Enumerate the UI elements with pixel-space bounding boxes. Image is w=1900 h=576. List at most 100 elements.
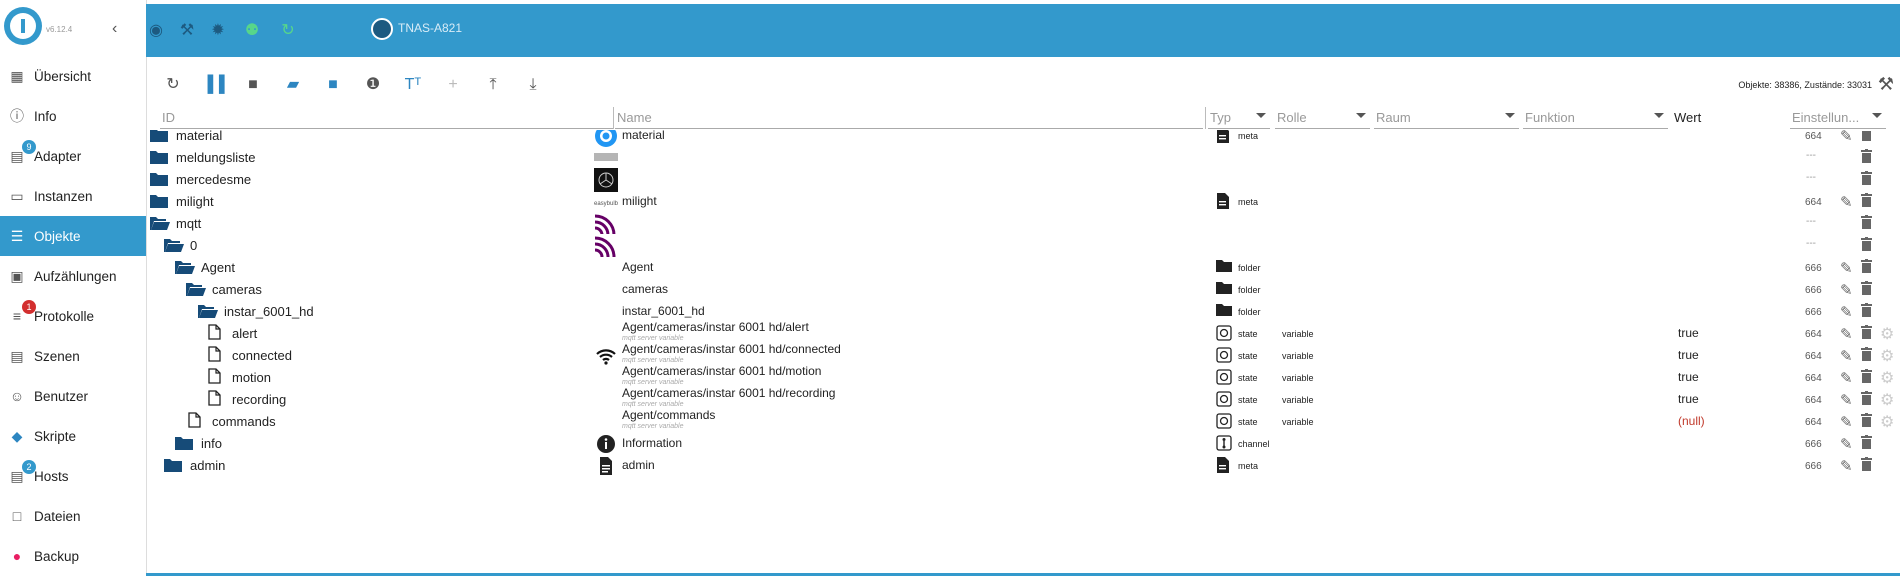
- expert-mode-icon[interactable]: ⚉: [242, 21, 262, 41]
- object-counts: Objekte: 38386, Zustände: 33031: [1738, 80, 1872, 90]
- edit-icon[interactable]: ✎: [1840, 193, 1853, 211]
- download-icon[interactable]: ⤓: [522, 74, 544, 96]
- object-name: Information: [622, 436, 683, 450]
- edit-icon[interactable]: ✎: [1840, 413, 1853, 431]
- sidebar-item-instanzen[interactable]: ▭ Instanzen: [0, 176, 146, 216]
- delete-icon[interactable]: [1861, 130, 1872, 141]
- type-filter-select[interactable]: Typ: [1208, 107, 1270, 129]
- folder-icon[interactable]: [150, 172, 170, 186]
- edit-icon[interactable]: ✎: [1840, 281, 1853, 299]
- table-row[interactable]: admin admin meta 666 ✎: [146, 452, 1900, 479]
- folder-open-icon[interactable]: [175, 260, 195, 274]
- role-filter-label: Rolle: [1277, 110, 1307, 125]
- sidebar-item-hosts[interactable]: ▤ 2 Hosts: [0, 456, 146, 496]
- object-name: cameras: [622, 282, 669, 296]
- delete-icon[interactable]: [1861, 435, 1872, 449]
- refresh-icon[interactable]: ↻: [162, 74, 184, 96]
- upload-icon[interactable]: ⤒: [482, 74, 504, 96]
- object-id: alert: [232, 326, 258, 341]
- object-value[interactable]: (null): [1678, 414, 1705, 428]
- sidebar-item-szenen[interactable]: ▤ Szenen: [0, 336, 146, 376]
- folder-open-icon[interactable]: [150, 216, 170, 230]
- sidebar-item-backup[interactable]: ● Backup: [0, 536, 146, 576]
- folder-open-icon[interactable]: [164, 238, 184, 252]
- delete-icon[interactable]: [1861, 413, 1872, 427]
- accounts-icon[interactable]: ↻: [278, 21, 298, 41]
- object-id: mercedesme: [176, 172, 252, 187]
- delete-icon[interactable]: [1861, 171, 1872, 185]
- sidebar-item-benutzer[interactable]: ☺ Benutzer: [0, 376, 146, 416]
- sidebar-item-dateien[interactable]: □ Dateien: [0, 496, 146, 536]
- eye-icon[interactable]: ◉: [146, 21, 166, 41]
- object-value[interactable]: true: [1678, 326, 1699, 340]
- object-value[interactable]: true: [1678, 348, 1699, 362]
- delete-icon[interactable]: [1861, 237, 1872, 251]
- gear-icon[interactable]: ⚙: [1880, 390, 1894, 410]
- edit-icon[interactable]: ✎: [1840, 347, 1853, 365]
- sidebar-item-übersicht[interactable]: ▦ Übersicht: [0, 56, 146, 96]
- iobroker-logo[interactable]: [4, 7, 42, 45]
- delete-icon[interactable]: [1861, 369, 1872, 383]
- settings-column-select[interactable]: Einstellun...: [1790, 107, 1886, 129]
- edit-icon[interactable]: ✎: [1840, 259, 1853, 277]
- delete-icon[interactable]: [1861, 325, 1872, 339]
- id-filter-input[interactable]: ID: [160, 107, 613, 129]
- delete-icon[interactable]: [1861, 281, 1872, 295]
- delete-icon[interactable]: [1861, 149, 1872, 163]
- edit-icon[interactable]: ✎: [1840, 369, 1853, 387]
- edit-icon[interactable]: ✎: [1840, 325, 1853, 343]
- delete-icon[interactable]: [1861, 259, 1872, 273]
- name-filter-input[interactable]: Name: [615, 107, 1203, 129]
- delete-icon[interactable]: [1861, 193, 1872, 207]
- sidebar-item-skripte[interactable]: ◆ Skripte: [0, 416, 146, 456]
- brightness-icon[interactable]: ✹: [208, 21, 228, 41]
- settings-wrench-icon[interactable]: ⚒: [1878, 74, 1894, 95]
- edit-icon[interactable]: ✎: [1840, 457, 1853, 475]
- folder-icon[interactable]: ■: [242, 74, 264, 96]
- role-filter-select[interactable]: Rolle: [1275, 107, 1370, 129]
- room-filter-select[interactable]: Raum: [1374, 107, 1519, 129]
- delete-icon[interactable]: [1861, 457, 1872, 471]
- folder-icon[interactable]: [150, 194, 170, 208]
- folder-icon[interactable]: [150, 130, 170, 142]
- folder-open-icon[interactable]: [186, 282, 206, 296]
- folder-open-icon[interactable]: [198, 304, 218, 318]
- function-filter-select[interactable]: Funktion: [1523, 107, 1668, 129]
- folder-icon[interactable]: [175, 436, 195, 450]
- sidebar-item-adapter[interactable]: ▤ 9 Adapter: [0, 136, 146, 176]
- meta-type-icon: [1216, 457, 1232, 473]
- object-description: mqtt server variable: [622, 423, 684, 430]
- sidebar-item-info[interactable]: ⓘ Info: [0, 96, 146, 136]
- object-name: instar_6001_hd: [622, 304, 705, 318]
- gear-icon[interactable]: ⚙: [1880, 412, 1894, 432]
- delete-icon[interactable]: [1861, 215, 1872, 229]
- gear-icon[interactable]: ⚙: [1880, 346, 1894, 366]
- gear-icon[interactable]: ⚙: [1880, 368, 1894, 388]
- edit-icon[interactable]: ✎: [1840, 303, 1853, 321]
- sidebar-item-aufzählungen[interactable]: ▣ Aufzählungen: [0, 256, 146, 296]
- edit-icon[interactable]: ✎: [1840, 391, 1853, 409]
- columns-icon[interactable]: ▐▐: [202, 74, 225, 96]
- collapse-sidebar-icon[interactable]: ‹: [112, 20, 117, 38]
- sidebar-item-objekte[interactable]: ☰ Objekte: [0, 216, 146, 256]
- acl-value: 664: [1805, 373, 1822, 384]
- delete-icon[interactable]: [1861, 391, 1872, 405]
- edit-icon[interactable]: ✎: [1840, 435, 1853, 453]
- text-format-icon[interactable]: Tᵀ: [402, 74, 424, 96]
- object-value[interactable]: true: [1678, 392, 1699, 406]
- wrench-icon[interactable]: ⚒: [177, 21, 197, 41]
- object-value[interactable]: true: [1678, 370, 1699, 384]
- folder-icon[interactable]: [150, 150, 170, 164]
- edit-icon[interactable]: ✎: [1840, 130, 1853, 145]
- value-column-header: Wert: [1674, 110, 1702, 125]
- add-icon[interactable]: +: [442, 74, 464, 96]
- folder-icon[interactable]: [164, 458, 184, 472]
- sidebar-item-protokolle[interactable]: ≡ 1 Protokolle: [0, 296, 146, 336]
- meta-type-icon: [1216, 130, 1232, 143]
- delete-icon[interactable]: [1861, 347, 1872, 361]
- gear-icon[interactable]: ⚙: [1880, 324, 1894, 344]
- folder-open-icon[interactable]: ▰: [282, 74, 304, 96]
- delete-icon[interactable]: [1861, 303, 1872, 317]
- expert-number-icon[interactable]: ❶: [362, 74, 384, 96]
- folder-closed-icon[interactable]: ■: [322, 74, 344, 96]
